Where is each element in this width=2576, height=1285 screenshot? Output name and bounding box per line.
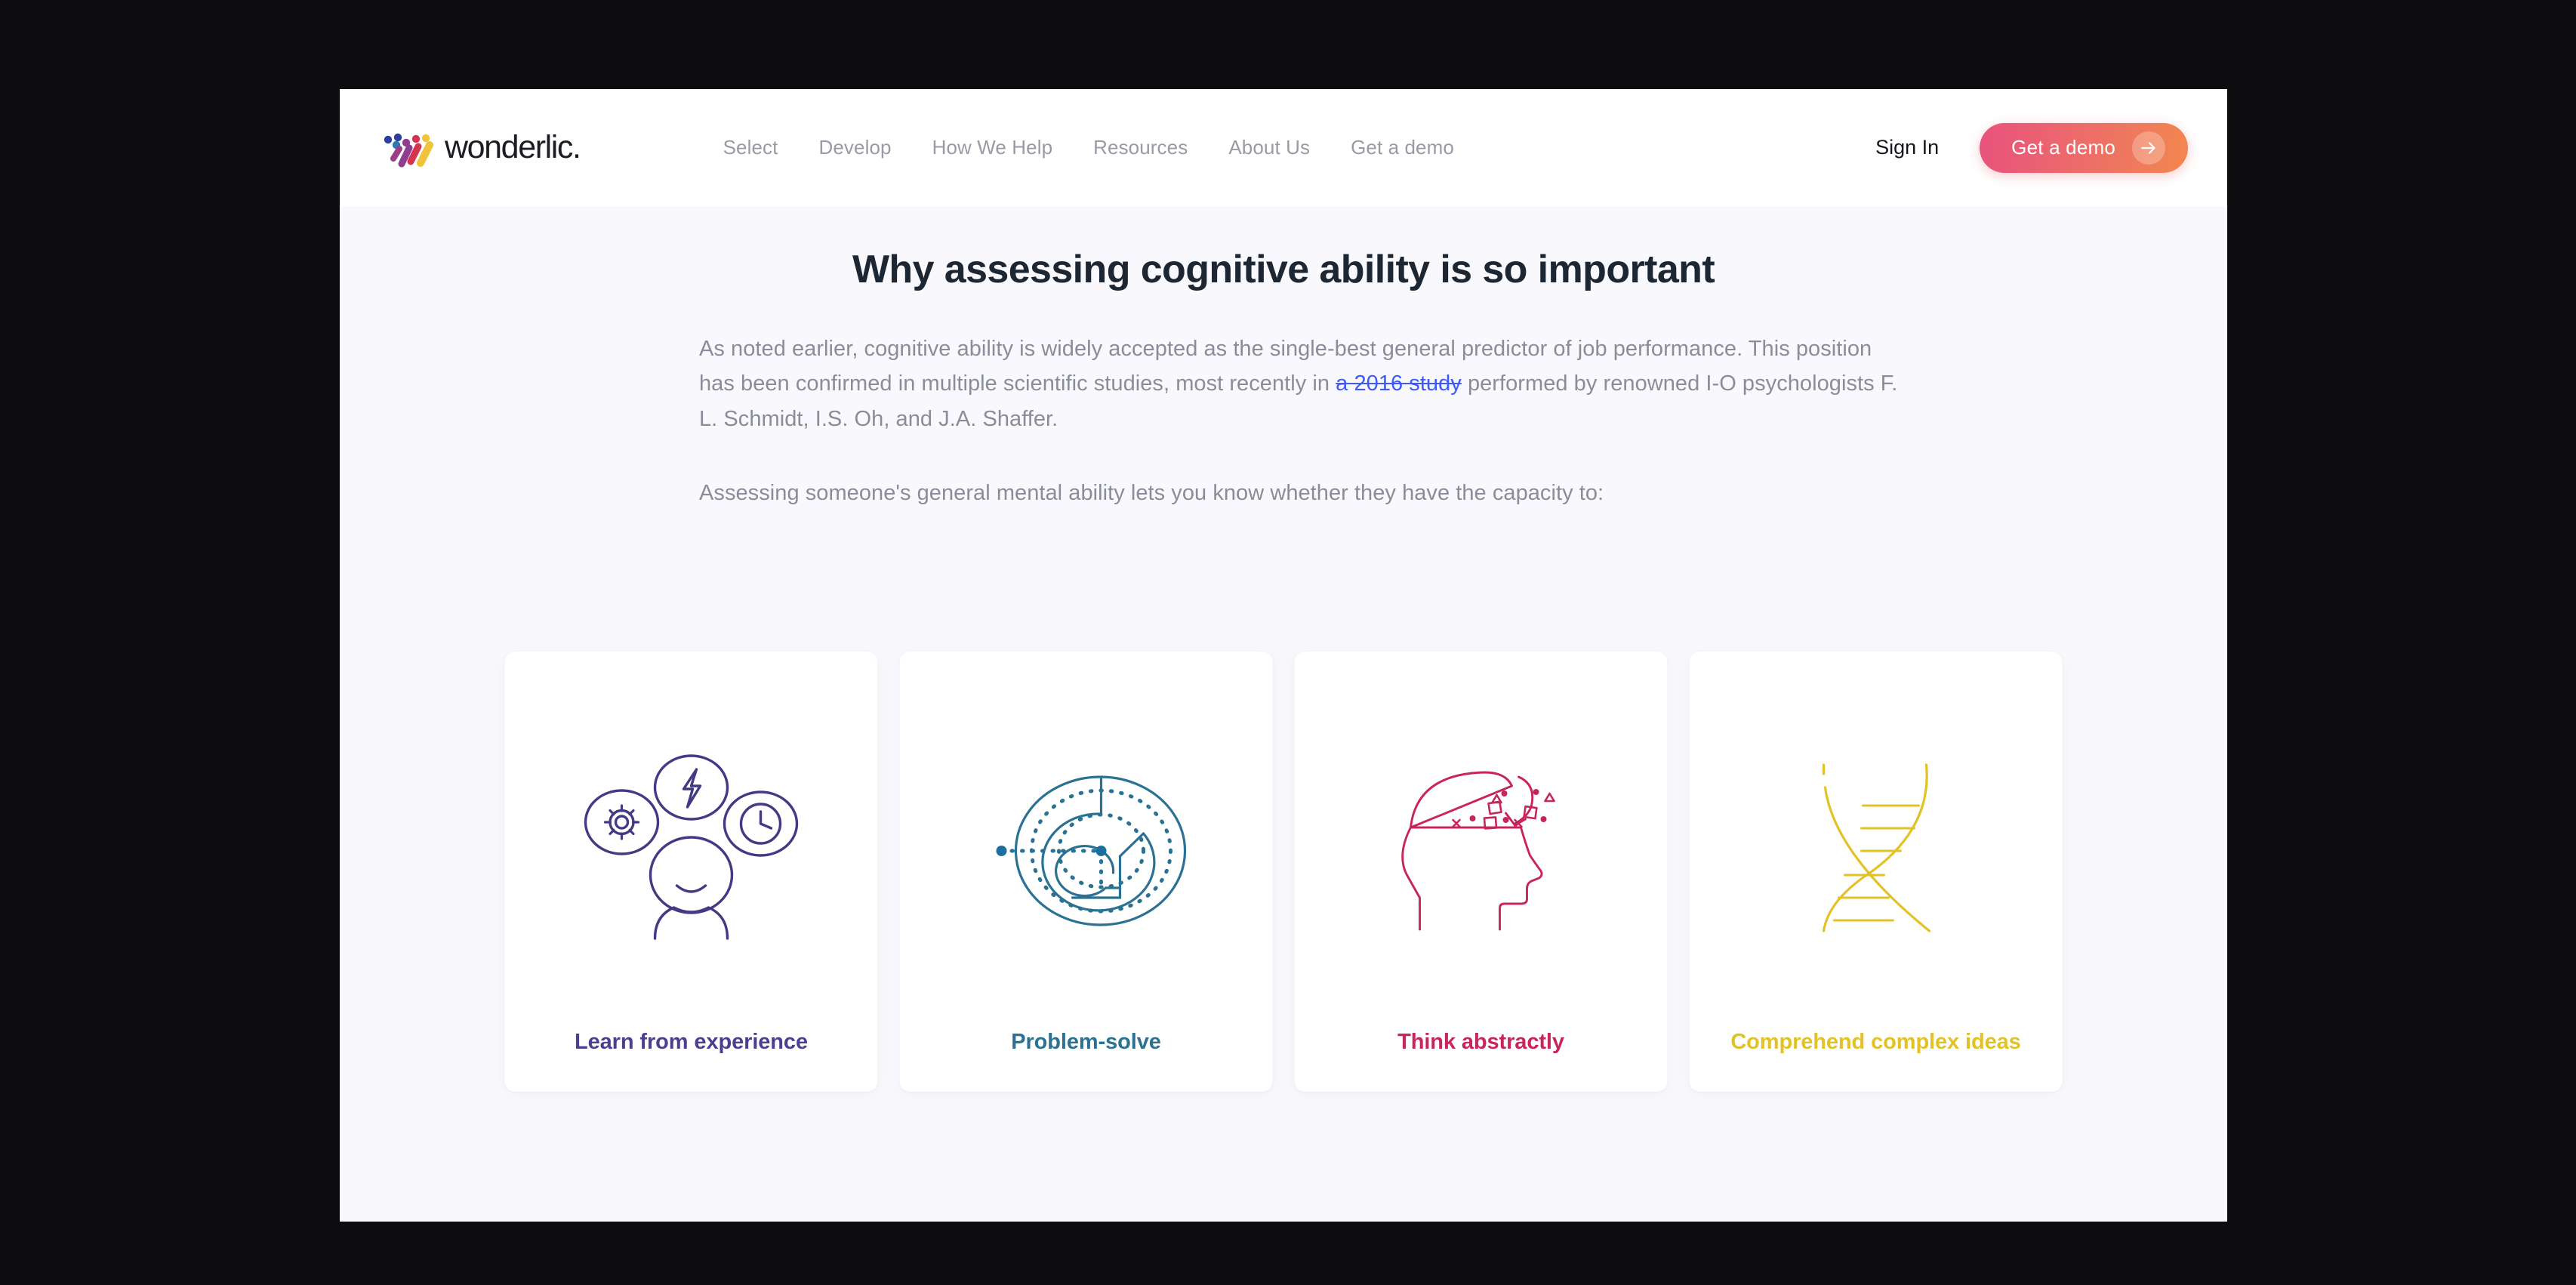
get-a-demo-button[interactable]: Get a demo (1980, 122, 2188, 173)
arrow-right-icon (2132, 131, 2165, 165)
screen-backdrop: wonderlic. Select Develop How We Help Re… (0, 0, 2576, 1285)
main-section: Why assessing cognitive ability is so im… (340, 206, 2227, 1222)
head-profile-with-shapes-icon (1295, 652, 1668, 1028)
body-copy: As noted earlier, cognitive ability is w… (664, 331, 1903, 511)
nav-item-about-us[interactable]: About Us (1208, 136, 1330, 159)
nav-item-get-a-demo[interactable]: Get a demo (1330, 136, 1474, 159)
card-label-problem-solve: Problem-solve (1011, 1030, 1161, 1055)
paragraph-1: As noted earlier, cognitive ability is w… (699, 331, 1903, 436)
page-title: Why assessing cognitive ability is so im… (852, 248, 1715, 291)
wonderlic-logo-mark-icon (379, 128, 438, 168)
site-header: wonderlic. Select Develop How We Help Re… (340, 89, 2227, 206)
paragraph-2: Assessing someone's general mental abili… (699, 481, 1604, 506)
person-with-gear-bolt-clock-icon (505, 652, 878, 1028)
brand-logo[interactable]: wonderlic. (379, 128, 581, 168)
dna-helix-icon (1690, 652, 2063, 1028)
get-a-demo-button-label: Get a demo (2011, 136, 2115, 159)
card-think-abstractly[interactable]: Think abstractly (1294, 652, 1668, 1092)
capability-cards: Learn from experience Problem-solve Thin… (504, 652, 2063, 1092)
nav-item-develop[interactable]: Develop (798, 136, 911, 159)
nav-item-resources[interactable]: Resources (1073, 136, 1208, 159)
nav-item-how-we-help[interactable]: How We Help (912, 136, 1074, 159)
circular-maze-icon (900, 652, 1273, 1028)
card-label-comprehend-complex-ideas: Comprehend complex ideas (1730, 1030, 2021, 1055)
card-problem-solve[interactable]: Problem-solve (899, 652, 1273, 1092)
card-learn-from-experience[interactable]: Learn from experience (504, 652, 878, 1092)
sign-in-link[interactable]: Sign In (1875, 136, 1939, 159)
brand-wordmark: wonderlic. (445, 129, 581, 165)
primary-navigation: Select Develop How We Help Resources Abo… (703, 136, 1474, 159)
page-viewport: wonderlic. Select Develop How We Help Re… (340, 89, 2227, 1222)
card-comprehend-complex-ideas[interactable]: Comprehend complex ideas (1689, 652, 2063, 1092)
card-label-think-abstractly: Think abstractly (1397, 1030, 1564, 1055)
card-label-learn-from-experience: Learn from experience (575, 1030, 808, 1055)
header-actions: Sign In Get a demo (1875, 122, 2188, 173)
nav-item-select[interactable]: Select (703, 136, 799, 159)
study-link[interactable]: a 2016 study (1336, 371, 1462, 396)
